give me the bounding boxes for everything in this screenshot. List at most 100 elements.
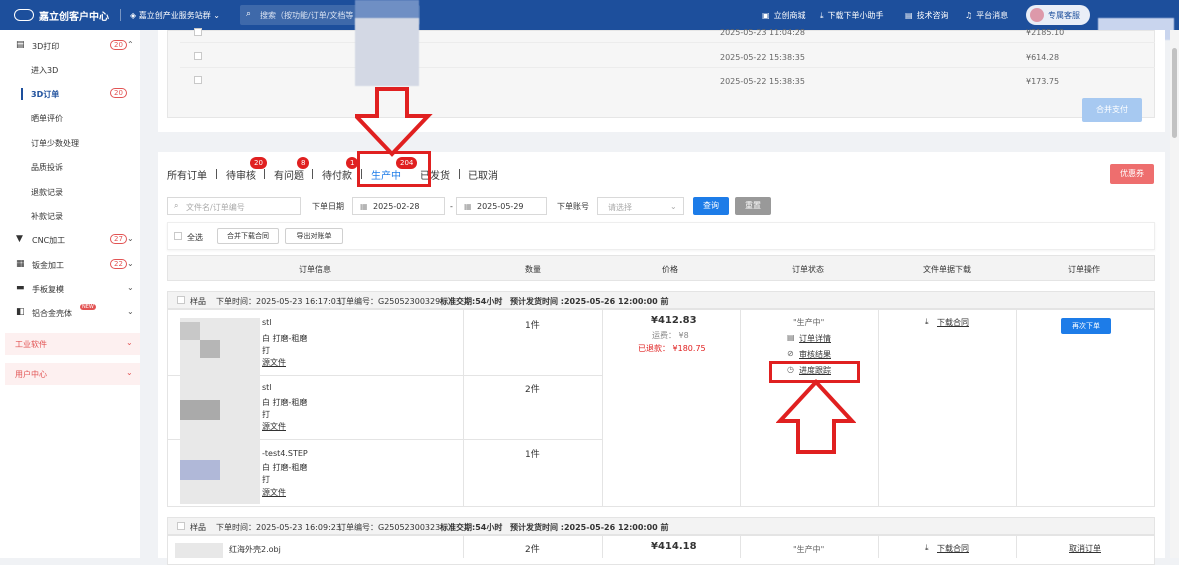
sidebar-item-reviews[interactable]: 晒单评价 xyxy=(0,108,140,130)
calendar-icon: ▦ xyxy=(360,202,368,211)
check-icon: ⊘ xyxy=(787,349,794,358)
item-quantity: 2件 xyxy=(525,385,540,395)
sidebar-item-aluminum-shell[interactable]: ◧ 铝合金壳体 NEW ⌄ xyxy=(0,303,140,325)
sidebar-item-3d-orders[interactable]: 3D订单 20 xyxy=(0,84,140,106)
date-to-input[interactable]: ▦ 2025-05-29 xyxy=(456,197,547,215)
row-date: 2025-05-22 15:38:35 xyxy=(720,77,805,86)
store-icon: ▣ xyxy=(762,11,770,20)
download-contract-link[interactable]: 下载合同 xyxy=(937,543,969,554)
item-quantity: 1件 xyxy=(525,450,540,460)
chevron-down-icon: ⌄ xyxy=(127,234,134,243)
order-checkbox[interactable] xyxy=(177,522,185,530)
order-detail-link[interactable]: 订单详情 xyxy=(799,333,831,344)
source-file-link[interactable]: 源文件 xyxy=(262,357,286,368)
item-quantity: 2件 xyxy=(525,545,540,555)
scrollbar-thumb[interactable] xyxy=(1172,48,1177,138)
sidebar-item-3d-print[interactable]: ▤ 3D打印 20 ⌃ xyxy=(0,36,140,58)
sidebar-item-cnc[interactable]: ▼ CNC加工 27 ⌄ xyxy=(0,230,140,252)
download-contract-link[interactable]: 下载合同 xyxy=(937,317,969,328)
sidebar-item-mold[interactable]: ▬ 手板复模 ⌄ xyxy=(0,279,140,301)
order-checkbox[interactable] xyxy=(177,296,185,304)
cnc-icon: ▼ xyxy=(16,234,23,244)
service-button[interactable]: 专属客服 xyxy=(1026,5,1090,25)
date-from-input[interactable]: ▦ 2025-02-28 xyxy=(352,197,445,215)
new-tag: NEW xyxy=(80,304,96,310)
item-quantity: 1件 xyxy=(525,321,540,331)
divider xyxy=(463,309,464,507)
divider xyxy=(1016,535,1017,558)
order-freight: 运费： ¥8 xyxy=(652,331,689,340)
payment-table xyxy=(167,30,1155,118)
nav-mall[interactable]: ▣ 立创商城 xyxy=(762,10,806,21)
download-icon: ⤓ xyxy=(925,317,929,326)
source-file-link[interactable]: 源文件 xyxy=(262,421,286,432)
row-date: 2025-05-23 11:04:28 xyxy=(720,28,805,37)
source-file-link[interactable]: 源文件 xyxy=(262,487,286,498)
sidebar-section-user[interactable]: 用户中心 ⌄ xyxy=(5,363,140,385)
arrow-down-annotation xyxy=(355,87,433,157)
item-name: stl xyxy=(262,383,272,392)
item-spec: 打 xyxy=(262,475,270,484)
tab-pending-pay[interactable]: 待付款 xyxy=(322,167,352,182)
cancel-order-link[interactable]: 取消订单 xyxy=(1069,543,1101,554)
select-all-checkbox[interactable] xyxy=(174,232,182,240)
nav-assistant[interactable]: ⤓ 下载下单小助手 xyxy=(820,10,884,21)
row-checkbox[interactable] xyxy=(194,28,202,36)
item-name: -test4.STEP xyxy=(262,449,308,458)
tab-cancelled[interactable]: 已取消 xyxy=(468,167,498,182)
review-result-link[interactable]: 审核结果 xyxy=(799,349,831,360)
export-statement-button[interactable]: 导出对账单 xyxy=(285,228,343,244)
divider xyxy=(180,42,1155,43)
product-thumbnail xyxy=(200,340,220,358)
product-thumbnail xyxy=(180,322,200,340)
account-select[interactable]: 请选择 ⌄ xyxy=(597,197,684,215)
sidebar-item-complaints[interactable]: 品质投诉 xyxy=(0,157,140,179)
site-group-dropdown[interactable]: ◈ 嘉立创产业服务站群 ⌄ xyxy=(130,10,220,21)
sidebar-section-software[interactable]: 工业软件 ⌄ xyxy=(5,333,140,355)
query-button[interactable]: 查询 xyxy=(693,197,729,215)
chevron-down-icon: ⌄ xyxy=(127,307,134,316)
reset-button[interactable]: 重置 xyxy=(735,197,771,215)
item-spec: 打 xyxy=(262,346,270,355)
product-thumbnail xyxy=(180,400,220,420)
logo-icon[interactable] xyxy=(14,9,34,21)
printer-icon: ▤ xyxy=(16,40,25,50)
arrow-up-annotation xyxy=(776,379,856,454)
order-price: ¥414.18 xyxy=(651,541,697,552)
nav-messages[interactable]: ♫ 平台消息 xyxy=(965,10,1008,21)
order-group-header: 样品 下单时间：2025-05-23 16:09:23 订单编号：G250523… xyxy=(167,517,1155,535)
sidebar-item-refunds[interactable]: 退款记录 xyxy=(0,182,140,204)
account-label: 下单账号 xyxy=(557,202,589,211)
chevron-down-icon: ⌄ xyxy=(126,338,133,347)
divider xyxy=(1016,309,1017,507)
doc-icon: ▤ xyxy=(905,11,913,20)
nav-support[interactable]: ▤ 技术咨询 xyxy=(905,10,949,21)
coupon-button[interactable]: 优惠券 xyxy=(1110,164,1154,184)
sidebar-item-supplements[interactable]: 补款记录 xyxy=(0,206,140,228)
tab-problem[interactable]: 有问题 xyxy=(274,167,304,182)
file-search-input[interactable]: ⌕ 文件名/订单编号 xyxy=(167,197,301,215)
item-spec: 白 打磨-粗磨 xyxy=(262,463,308,472)
sidebar-item-order-issues[interactable]: 订单少数处理 xyxy=(0,133,140,155)
item-spec: 白 打磨-粗磨 xyxy=(262,334,308,343)
chevron-up-icon: ⌃ xyxy=(127,40,134,49)
select-all-label: 全选 xyxy=(187,233,203,242)
row-checkbox[interactable] xyxy=(194,76,202,84)
row-amount: ¥2185.10 xyxy=(1026,28,1065,37)
merge-pay-button[interactable]: 合并支付 xyxy=(1082,98,1142,122)
tab-all[interactable]: 所有订单 xyxy=(167,167,207,182)
sidebar-item-sheet-metal[interactable]: ▦ 钣金加工 22 ⌄ xyxy=(0,255,140,277)
item-spec: 白 打磨-粗磨 xyxy=(262,398,308,407)
shell-icon: ◧ xyxy=(16,307,25,317)
calendar-icon: ▦ xyxy=(464,202,472,211)
divider xyxy=(216,169,217,179)
product-thumbnail xyxy=(180,460,220,480)
sheet-icon: ▦ xyxy=(16,259,25,269)
tab-review[interactable]: 待审核 xyxy=(226,167,256,182)
item-spec: 打 xyxy=(262,410,270,419)
divider xyxy=(463,535,464,558)
reorder-button[interactable]: 再次下单 xyxy=(1061,318,1111,334)
merge-download-button[interactable]: 合并下载合同 xyxy=(217,228,279,244)
sidebar-item-enter-3d[interactable]: 进入3D xyxy=(0,60,140,82)
row-checkbox[interactable] xyxy=(194,52,202,60)
